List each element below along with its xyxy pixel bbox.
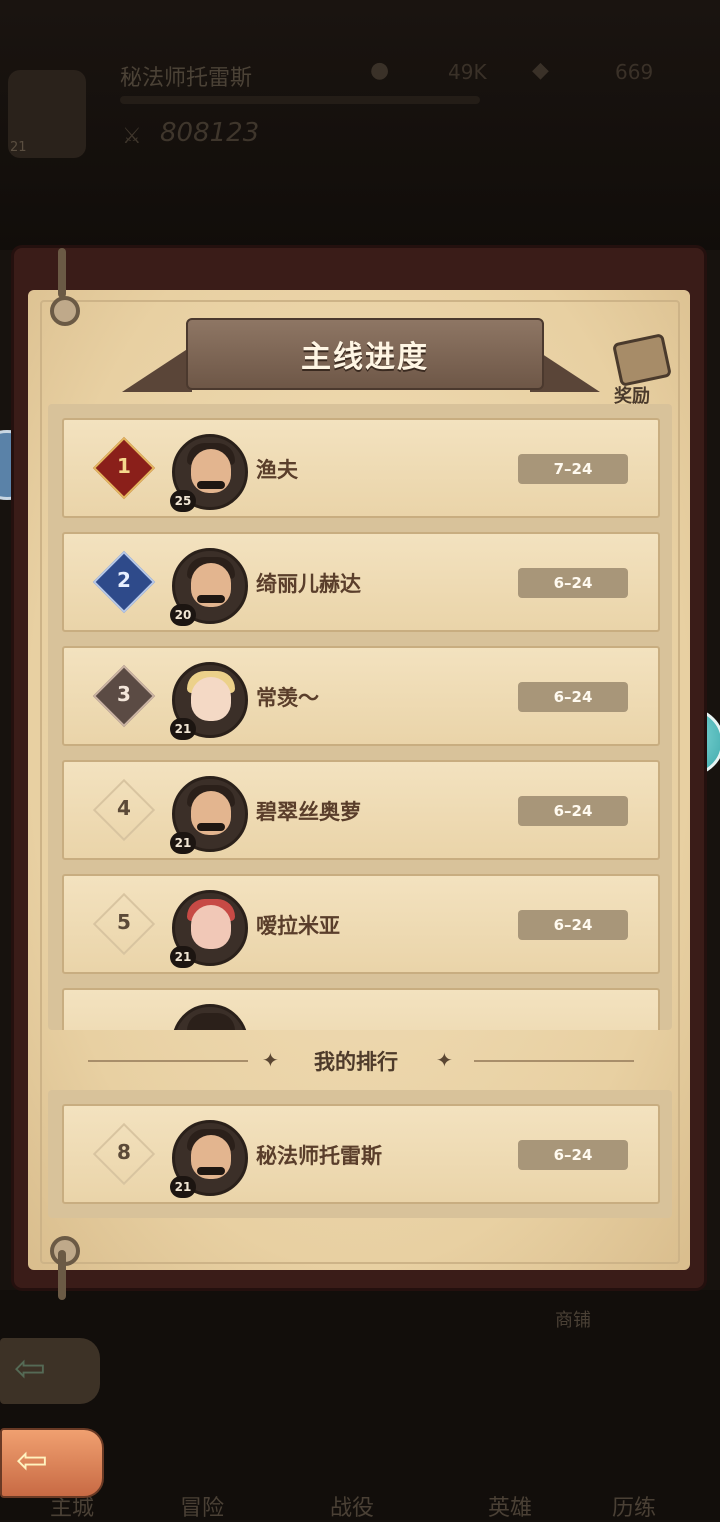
sparkle-icon: ✦: [262, 1048, 279, 1072]
nav-item-adventure: 冒险: [180, 1496, 225, 1521]
reward-button[interactable]: 奖励: [604, 333, 673, 407]
rank-badge: 4: [92, 778, 156, 842]
ring-stem-bottom: [58, 1250, 66, 1300]
my-rank-label: 我的排行: [314, 1050, 398, 1074]
rank-number: 1: [117, 454, 131, 478]
hud-exp-bar: [120, 96, 480, 104]
back-arrow-icon: ⇦: [14, 1346, 46, 1390]
sparkle-icon: ✦: [436, 1048, 453, 1072]
level-badge: 20: [170, 604, 196, 626]
diamond-icon: ◆: [532, 58, 549, 83]
avatar-hair: [187, 1013, 235, 1030]
hud-resource-gold: 49K: [448, 60, 487, 84]
player-name: 嗳拉米亚: [256, 914, 340, 938]
stage-progress: 7–24: [518, 454, 628, 484]
ranking-row-partial[interactable]: [62, 988, 660, 1030]
nav-item-heroes: 英雄: [488, 1496, 533, 1521]
stage-progress: 6–24: [518, 568, 628, 598]
panel-title: 主线进度: [301, 340, 429, 375]
my-rank-area: 8 21 秘法师托雷斯 6–24: [48, 1090, 672, 1218]
nav-shop-label: 商铺: [555, 1310, 591, 1331]
rank-badge: 8: [92, 1122, 156, 1186]
level-badge: 21: [170, 1176, 196, 1198]
ring-top-icon: [50, 296, 80, 326]
rank-number: 4: [117, 796, 131, 820]
back-arrow-icon: ⇦: [16, 1438, 48, 1482]
nav-item-trials: 历练: [612, 1496, 657, 1521]
player-name: 秘法师托雷斯: [256, 1144, 382, 1168]
dim-back-button: ⇦: [0, 1338, 100, 1404]
level-badge: 21: [170, 832, 196, 854]
hud-power: 808123: [160, 118, 260, 148]
nav-item-campaign: 战役: [330, 1496, 375, 1521]
avatar-mustache: [197, 1167, 225, 1175]
rank-badge-bronze: 3: [92, 664, 156, 728]
rank-number: 2: [117, 568, 131, 592]
rank-badge-gold: 1: [92, 436, 156, 500]
level-badge: 21: [170, 946, 196, 968]
rank-badge-silver: 2: [92, 550, 156, 614]
divider-right: [474, 1060, 634, 1062]
chest-icon: [611, 333, 673, 387]
avatar-face: [191, 905, 231, 949]
rank-number: 5: [117, 910, 131, 934]
ranking-row[interactable]: 5 21 嗳拉米亚 6–24: [62, 874, 660, 974]
power-icon: ⚔: [122, 124, 142, 149]
stage-progress: 6–24: [518, 796, 628, 826]
avatar-mustache: [197, 823, 225, 831]
title-banner: 主线进度: [186, 318, 544, 390]
bottom-nav: [0, 1290, 720, 1520]
ranking-row[interactable]: 1 25 渔夫 7–24: [62, 418, 660, 518]
ranking-row[interactable]: 3 21 常羡～ 6–24: [62, 646, 660, 746]
ranking-list[interactable]: 1 25 渔夫 7–24 2 20 绮丽儿赫达 6–24 3 21 常羡～ 6–…: [48, 404, 672, 1030]
player-name: 碧翠丝奥萝: [256, 800, 361, 824]
rank-number: 8: [117, 1140, 131, 1164]
background-hud: 21 秘法师托雷斯 ⚔ 808123 ● 49K ◆ 669: [0, 0, 720, 250]
stage-progress: 6–24: [518, 682, 628, 712]
rank-badge: 5: [92, 892, 156, 956]
gold-icon: ●: [370, 58, 390, 83]
ring-stem-top: [58, 248, 66, 298]
ranking-row[interactable]: 4 21 碧翠丝奥萝 6–24: [62, 760, 660, 860]
back-button[interactable]: ⇦: [0, 1428, 104, 1498]
avatar-face: [191, 677, 231, 721]
player-name: 常羡～: [256, 686, 319, 710]
avatar-mustache: [197, 481, 225, 489]
hud-level: 21: [10, 140, 27, 155]
my-ranking-row[interactable]: 8 21 秘法师托雷斯 6–24: [62, 1104, 660, 1204]
hud-resource-diamond: 669: [615, 60, 654, 84]
ranking-row[interactable]: 2 20 绮丽儿赫达 6–24: [62, 532, 660, 632]
player-name: 渔夫: [256, 458, 298, 482]
player-name: 绮丽儿赫达: [256, 572, 361, 596]
level-badge: 25: [170, 490, 196, 512]
avatar-mustache: [197, 595, 225, 603]
stage-progress: 6–24: [518, 1140, 628, 1170]
divider-left: [88, 1060, 248, 1062]
stage-progress: 6–24: [518, 910, 628, 940]
rank-number: 3: [117, 682, 131, 706]
hud-player-name: 秘法师托雷斯: [120, 66, 253, 91]
avatar: [172, 1004, 248, 1030]
level-badge: 21: [170, 718, 196, 740]
